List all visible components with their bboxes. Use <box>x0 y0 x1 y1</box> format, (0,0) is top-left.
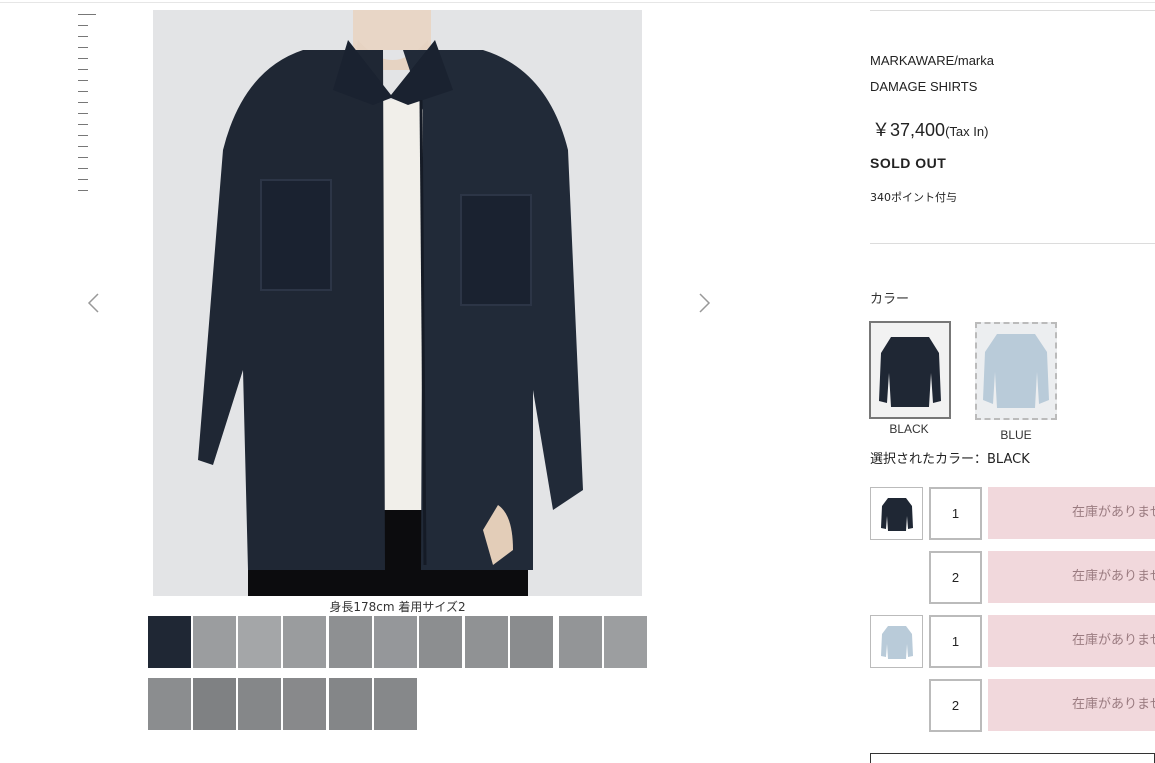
image-caption: 身長178cm 着用サイズ2 <box>329 600 466 614</box>
thumbnail[interactable] <box>283 616 326 668</box>
gallery-prev-button[interactable] <box>86 290 102 316</box>
sold-out-status: SOLD OUT <box>870 155 947 171</box>
thumbnail[interactable] <box>283 678 326 730</box>
out-of-stock-button[interactable]: 在庫がありません <box>988 679 1155 731</box>
thumbnail[interactable] <box>465 616 508 668</box>
size-option[interactable]: 1 <box>929 487 982 540</box>
thumbnail[interactable] <box>329 678 372 730</box>
size-option[interactable]: 1 <box>929 615 982 668</box>
out-of-stock-button[interactable]: 在庫がありません <box>988 615 1155 667</box>
product-name: DAMAGE SHIRTS <box>870 79 978 94</box>
selected-color-text: 選択されたカラー：BLACK <box>870 448 1030 467</box>
variant-thumbnail-black <box>870 487 923 540</box>
thumbnail[interactable] <box>329 616 372 668</box>
out-of-stock-button[interactable]: 在庫がありません <box>988 487 1155 539</box>
swatch-label-blue: BLUE <box>1000 428 1032 442</box>
chevron-right-icon <box>699 293 711 313</box>
top-divider <box>0 2 1155 3</box>
header-divider <box>870 10 1155 11</box>
thumbnail[interactable] <box>559 616 602 668</box>
color-swatch-black[interactable] <box>869 321 951 419</box>
size-option[interactable]: 2 <box>929 551 982 604</box>
color-section-label: カラー <box>870 292 910 307</box>
model-wearing-shirt-illustration <box>153 10 642 596</box>
swatch-label-black: BLACK <box>889 422 929 436</box>
variant-thumbnail-blue <box>870 615 923 668</box>
black-shirt-mini <box>880 497 913 531</box>
thumbnail-row-1 <box>148 616 648 668</box>
thumbnail-row-2 <box>148 678 648 730</box>
thumbnail[interactable] <box>374 678 417 730</box>
selected-color-prefix: 選択されたカラー： <box>870 452 988 467</box>
black-shirt-thumbnail <box>879 337 941 407</box>
blue-shirt-thumbnail <box>983 334 1049 408</box>
price-value: ￥37,400 <box>872 120 946 140</box>
main-product-image[interactable] <box>153 10 642 596</box>
price: ￥37,400(Tax In) <box>872 116 988 142</box>
tax-note: (Tax In) <box>945 124 989 139</box>
thumbnail[interactable] <box>510 616 553 668</box>
thumbnail[interactable] <box>238 616 281 668</box>
section-divider <box>870 243 1155 244</box>
thumbnail[interactable] <box>604 616 647 668</box>
next-section-box <box>870 753 1155 763</box>
thumbnail[interactable] <box>193 678 236 730</box>
thumbnail[interactable] <box>238 678 281 730</box>
thumbnail[interactable] <box>148 616 191 668</box>
brand-name[interactable]: MARKAWARE/marka <box>870 53 994 68</box>
chevron-left-icon <box>87 293 99 313</box>
thumbnail[interactable] <box>148 678 191 730</box>
gallery-next-button[interactable] <box>696 290 712 316</box>
blue-shirt-mini <box>880 625 913 659</box>
size-option[interactable]: 2 <box>929 679 982 732</box>
thumbnail[interactable] <box>419 616 462 668</box>
image-scroll-indicator[interactable] <box>78 14 96 194</box>
thumbnail[interactable] <box>374 616 417 668</box>
thumbnail[interactable] <box>193 616 236 668</box>
selected-color-value: BLACK <box>987 452 1030 467</box>
color-swatch-blue[interactable] <box>975 322 1057 420</box>
out-of-stock-button[interactable]: 在庫がありません <box>988 551 1155 603</box>
points-note: 340ポイント付与 <box>870 191 957 204</box>
